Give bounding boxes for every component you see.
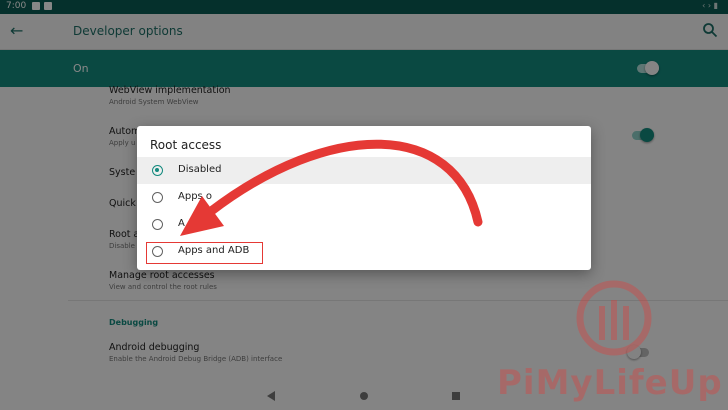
- option-apps-only[interactable]: Apps o: [137, 184, 591, 211]
- dialog-title: Root access: [150, 138, 222, 152]
- watermark-text: PiMyLifeUp: [497, 363, 723, 403]
- option-label: Disabled: [178, 164, 222, 175]
- option-adb-only[interactable]: A: [137, 211, 591, 238]
- radio-adb-only[interactable]: [152, 219, 163, 230]
- option-label: Apps o: [178, 191, 213, 202]
- radio-disabled[interactable]: [152, 165, 163, 176]
- option-disabled[interactable]: Disabled: [137, 157, 591, 184]
- radio-apps-only[interactable]: [152, 192, 163, 203]
- option-label: A: [178, 218, 185, 229]
- highlight-box: [146, 242, 263, 264]
